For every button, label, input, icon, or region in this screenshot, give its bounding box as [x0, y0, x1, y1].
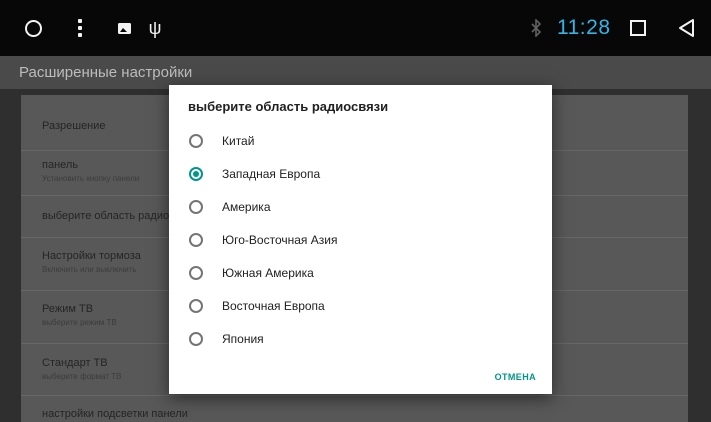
- option-label: Южная Америка: [222, 266, 314, 280]
- more-vert-icon[interactable]: [74, 0, 86, 56]
- setting-title: панель: [42, 159, 79, 171]
- setting-title: Стандарт ТВ: [42, 357, 108, 369]
- setting-row-backlight[interactable]: настройки подсветки панели: [21, 396, 688, 422]
- radio-button-icon[interactable]: [189, 134, 203, 148]
- page-title: Расширенные настройки: [19, 64, 193, 81]
- cancel-button[interactable]: ОТМЕНА: [495, 372, 536, 382]
- radio-button-checked-icon[interactable]: [189, 167, 203, 181]
- option-southeast-asia[interactable]: Юго-Восточная Азия: [169, 224, 552, 257]
- setting-title: Настройки тормоза: [42, 250, 141, 262]
- radio-region-dialog: выберите область радиосвязи Китай Западн…: [169, 85, 552, 394]
- back-icon[interactable]: [675, 0, 697, 56]
- clock: 11:28: [557, 16, 611, 39]
- option-china[interactable]: Китай: [169, 125, 552, 158]
- option-label: Япония: [222, 332, 264, 346]
- radio-button-icon[interactable]: [189, 233, 203, 247]
- option-south-america[interactable]: Южная Америка: [169, 257, 552, 290]
- option-eastern-europe[interactable]: Восточная Европа: [169, 290, 552, 323]
- status-bar: ψ 11:28: [0, 0, 711, 56]
- usb-icon: ψ: [148, 17, 162, 38]
- dialog-title: выберите область радиосвязи: [188, 99, 389, 114]
- circle-icon[interactable]: [22, 0, 44, 56]
- setting-title: Режим ТВ: [42, 303, 94, 315]
- option-label: Восточная Европа: [222, 299, 325, 313]
- setting-subtitle: Включить или выключить: [42, 265, 137, 274]
- setting-subtitle: выберите режим ТВ: [42, 318, 117, 327]
- radio-button-icon[interactable]: [189, 299, 203, 313]
- option-label: Америка: [222, 200, 271, 214]
- option-label: Западная Европа: [222, 167, 321, 181]
- setting-title: настройки подсветки панели: [42, 408, 188, 420]
- setting-subtitle: выберите формат ТВ: [42, 372, 122, 381]
- option-label: Юго-Восточная Азия: [222, 233, 338, 247]
- square-icon[interactable]: [627, 0, 649, 56]
- setting-subtitle: Установить кнопку панели: [42, 174, 140, 183]
- radio-button-icon[interactable]: [189, 332, 203, 346]
- option-western-europe[interactable]: Западная Европа: [169, 158, 552, 191]
- radio-button-icon[interactable]: [189, 200, 203, 214]
- image-icon: [116, 0, 132, 56]
- option-america[interactable]: Америка: [169, 191, 552, 224]
- option-label: Китай: [222, 134, 255, 148]
- bluetooth-icon: [528, 0, 544, 56]
- option-japan[interactable]: Япония: [169, 323, 552, 356]
- radio-button-icon[interactable]: [189, 266, 203, 280]
- setting-title: Разрешение: [42, 120, 106, 132]
